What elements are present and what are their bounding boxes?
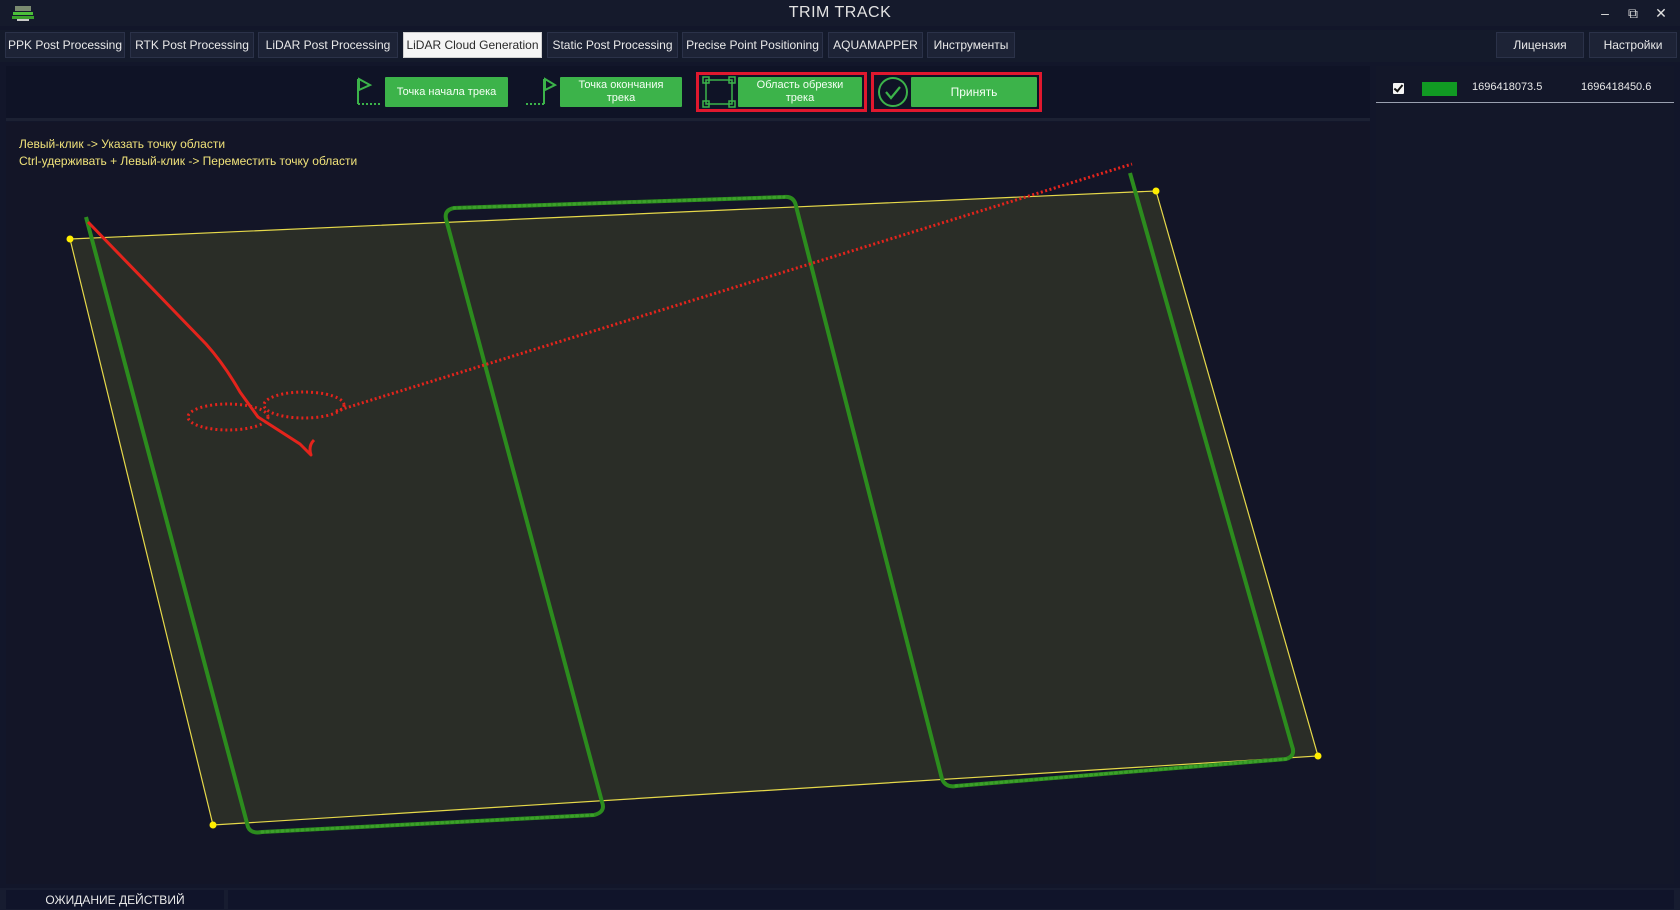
- tab-instruments[interactable]: Инструменты: [927, 32, 1015, 58]
- tab-license[interactable]: Лицензия: [1496, 32, 1584, 58]
- track-checkbox[interactable]: [1393, 83, 1404, 94]
- crop-area-button[interactable]: Область обрезки трека: [738, 77, 862, 107]
- tab-rtk-post-processing[interactable]: RTK Post Processing: [130, 32, 254, 58]
- hint-line-1: Левый-клик -> Указать точку области: [19, 137, 226, 151]
- tracks-panel: 1696418073.5 1696418450.6: [1376, 66, 1674, 884]
- tab-lidar-cloud-generation[interactable]: LiDAR Cloud Generation: [403, 32, 542, 58]
- track-color-swatch[interactable]: [1422, 82, 1457, 96]
- window-controls: – ⧉ ✕: [1594, 3, 1672, 23]
- track-end-time: 1696418450.6: [1581, 81, 1652, 93]
- end-point-button[interactable]: Точка окончания трека: [560, 77, 682, 107]
- accept-button[interactable]: Принять: [911, 77, 1037, 107]
- tab-bar: PPK Post Processing RTK Post Processing …: [0, 30, 1680, 62]
- tab-aquamapper[interactable]: AQUAMAPPER: [828, 32, 923, 58]
- flag-end-icon[interactable]: [524, 74, 558, 108]
- track-canvas[interactable]: Левый-клик -> Указать точку области Ctrl…: [6, 122, 1370, 884]
- status-area: [228, 890, 1674, 909]
- tab-ppk-post-processing[interactable]: PPK Post Processing: [5, 32, 125, 58]
- track-row[interactable]: 1696418073.5 1696418450.6: [1376, 76, 1674, 103]
- hint-line-2: Ctrl-удерживать + Левый-клик -> Перемест…: [19, 154, 358, 168]
- crop-vertex-2[interactable]: [1152, 187, 1160, 195]
- track-map[interactable]: [6, 122, 1370, 884]
- checkmark-circle-icon[interactable]: [877, 76, 909, 108]
- status-text: ОЖИДАНИЕ ДЕЙСТВИЙ: [6, 890, 224, 909]
- trim-toolbar: Точка начала трека Точка окончания трека…: [6, 66, 1370, 121]
- track-start-time: 1696418073.5: [1472, 81, 1543, 93]
- restore-button[interactable]: ⧉: [1622, 3, 1644, 23]
- trim-track-window: TRIM TRACK – ⧉ ✕ PPK Post Processing RTK…: [0, 0, 1680, 910]
- app-logo-icon: [12, 6, 34, 21]
- crop-vertex-3[interactable]: [1314, 752, 1322, 760]
- tab-settings[interactable]: Настройки: [1589, 32, 1677, 58]
- title-bar: TRIM TRACK – ⧉ ✕: [0, 0, 1680, 26]
- flag-start-icon[interactable]: [350, 74, 384, 108]
- tab-static-post-processing[interactable]: Static Post Processing: [547, 32, 678, 58]
- close-button[interactable]: ✕: [1650, 3, 1672, 23]
- tab-precise-point-positioning[interactable]: Precise Point Positioning: [682, 32, 823, 58]
- crop-area-icon[interactable]: [702, 76, 736, 108]
- status-bar: ОЖИДАНИЕ ДЕЙСТВИЙ: [0, 888, 1680, 910]
- hint-text: Левый-клик -> Указать точку области Ctrl…: [19, 136, 357, 170]
- minimize-button[interactable]: –: [1594, 3, 1616, 23]
- crop-vertex-4[interactable]: [209, 821, 217, 829]
- crop-vertex-1[interactable]: [66, 235, 74, 243]
- start-point-button[interactable]: Точка начала трека: [385, 77, 508, 107]
- window-title: TRIM TRACK: [788, 4, 892, 21]
- crop-area-polygon: [69, 190, 1319, 826]
- tab-lidar-post-processing[interactable]: LiDAR Post Processing: [258, 32, 398, 58]
